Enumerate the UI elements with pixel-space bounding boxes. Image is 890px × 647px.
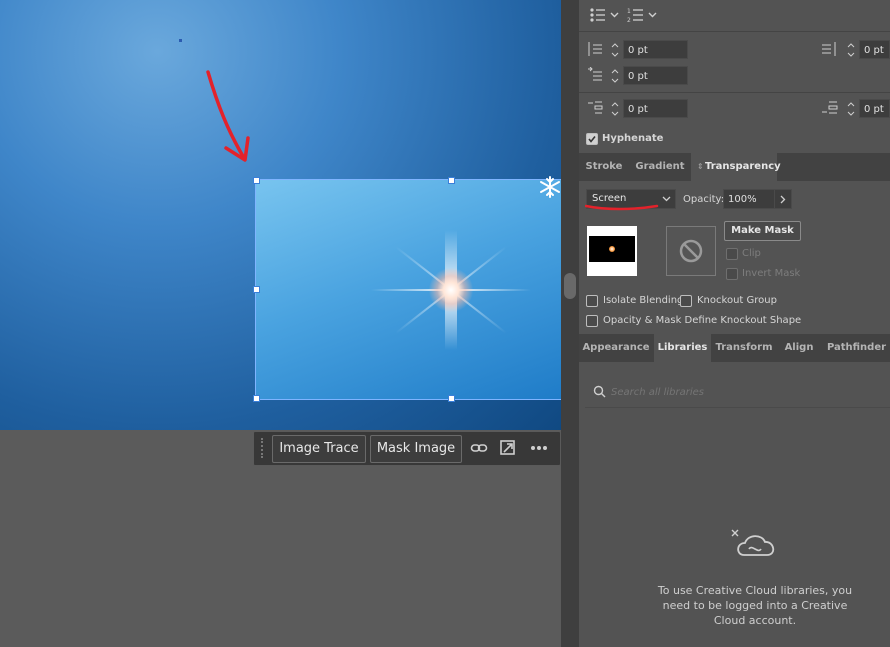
snowflake-icon [540, 176, 560, 198]
tab-align[interactable]: Align [777, 334, 821, 362]
knockout-group-checkbox[interactable] [680, 295, 692, 307]
svg-text:1: 1 [627, 8, 631, 15]
tab-pathfinder[interactable]: Pathfinder [823, 334, 890, 362]
opacity-mask-knockout-checkbox[interactable] [586, 315, 598, 327]
opacity-mask-knockout-label: Opacity & Mask Define Knockout Shape [603, 315, 802, 326]
opacity-slider-button[interactable] [774, 189, 792, 209]
contextual-task-bar: Image Trace Mask Image [253, 431, 561, 466]
tab-libraries[interactable]: Libraries [654, 334, 711, 362]
svg-text:2: 2 [627, 17, 631, 23]
first-line-indent-icon [588, 67, 602, 81]
checkmark-icon [588, 136, 596, 143]
annotation-arrow-icon [206, 70, 250, 162]
library-search-input[interactable] [609, 383, 873, 401]
isolate-blending-label: Isolate Blending [603, 295, 684, 306]
properties-panel: 1 2 0 pt 0 pt 0 pt 0 pt 0 pt Hyphenate S… [579, 0, 890, 647]
selection-handle[interactable] [253, 395, 260, 402]
selection-handle[interactable] [253, 177, 260, 184]
selection-handle[interactable] [448, 177, 455, 184]
space-before-icon [588, 101, 603, 114]
left-indent-icon [588, 42, 602, 56]
opacity-label: Opacity: [683, 194, 725, 205]
space-before-field[interactable]: 0 pt [623, 99, 688, 118]
link-icon[interactable] [470, 440, 488, 456]
panel-divider [561, 0, 579, 647]
right-indent-icon [822, 42, 836, 56]
tab-arrows-icon: ⇕ [697, 162, 704, 171]
stepper-icon[interactable] [845, 99, 857, 119]
placed-image[interactable] [255, 179, 561, 400]
tab-transform[interactable]: Transform [713, 334, 775, 362]
artboard[interactable] [0, 0, 561, 430]
scrollbar-thumb[interactable] [564, 273, 576, 299]
hyphenate-checkbox[interactable] [586, 133, 598, 145]
tabbar-stroke-gradient-transparency: Stroke Gradient ⇕ Transparency [579, 153, 890, 181]
stepper-icon[interactable] [609, 40, 621, 60]
chevron-right-icon [780, 195, 786, 204]
numbered-list-dropdown-icon[interactable]: 1 2 [627, 7, 659, 23]
space-after-field[interactable]: 0 pt [859, 99, 890, 118]
tab-transparency[interactable]: ⇕ Transparency [691, 153, 781, 181]
make-mask-button[interactable]: Make Mask [724, 221, 801, 241]
chevron-down-icon [662, 196, 671, 202]
canvas-area[interactable]: Image Trace Mask Image [0, 0, 561, 647]
invert-mask-label: Invert Mask [742, 268, 801, 279]
clip-label: Clip [742, 248, 761, 259]
left-indent-field[interactable]: 0 pt [623, 40, 688, 59]
hyphenate-label: Hyphenate [602, 133, 664, 144]
tab-transparency-label: Transparency [705, 161, 781, 172]
search-icon [593, 385, 606, 398]
stepper-icon[interactable] [609, 99, 621, 119]
tab-appearance[interactable]: Appearance [579, 334, 653, 362]
stepper-icon[interactable] [609, 66, 621, 86]
mask-thumbnail[interactable] [666, 226, 716, 276]
invert-mask-checkbox[interactable] [726, 268, 738, 280]
creative-cloud-icon [731, 529, 775, 556]
transform-icon[interactable] [499, 439, 517, 457]
selection-handle[interactable] [448, 395, 455, 402]
library-search[interactable] [585, 377, 890, 408]
first-line-indent-field[interactable]: 0 pt [623, 66, 688, 85]
libraries-login-message: To use Creative Cloud libraries, you nee… [657, 584, 853, 627]
space-after-icon [822, 101, 838, 114]
drag-handle[interactable] [261, 438, 265, 458]
knockout-group-label: Knockout Group [697, 295, 777, 306]
clip-checkbox[interactable] [726, 248, 738, 260]
bullets-dropdown-icon[interactable] [589, 7, 621, 23]
no-mask-icon [679, 239, 703, 263]
opacity-field[interactable]: 100% [723, 189, 775, 209]
image-trace-button[interactable]: Image Trace [272, 435, 366, 463]
more-icon[interactable] [530, 445, 548, 451]
right-indent-field[interactable]: 0 pt [859, 40, 890, 59]
tab-stroke[interactable]: Stroke [579, 153, 629, 181]
isolate-blending-checkbox[interactable] [586, 295, 598, 307]
annotation-underline [585, 204, 659, 211]
stepper-icon[interactable] [845, 40, 857, 60]
selection-handle[interactable] [253, 286, 260, 293]
object-thumbnail[interactable] [587, 226, 637, 276]
tab-gradient[interactable]: Gradient [631, 153, 689, 181]
mask-image-button[interactable]: Mask Image [370, 435, 462, 463]
thumbnail-image [589, 236, 635, 262]
anchor-point [179, 39, 182, 42]
tabbar-libraries: Appearance Libraries Transform Align Pat… [579, 334, 890, 362]
